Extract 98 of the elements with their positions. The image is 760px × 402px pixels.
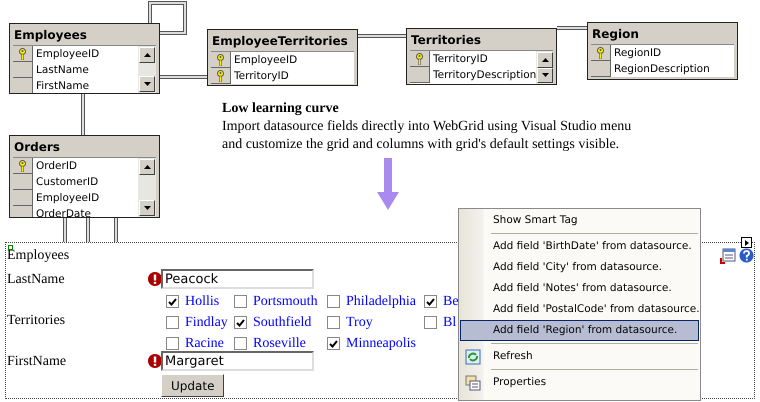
menu-item[interactable]: Add field 'Region' from datasource. [460, 320, 699, 341]
territory-link[interactable]: Minneapolis [346, 336, 416, 352]
key-icon [415, 52, 424, 64]
menu-item[interactable]: Refresh [460, 346, 699, 367]
relationship-line [358, 34, 406, 38]
description-heading: Low learning curve [222, 100, 340, 118]
menu-item[interactable]: Add field 'City' from datasource. [460, 257, 699, 278]
menu-item[interactable]: Show Smart Tag [460, 210, 699, 231]
table-title: Employees [13, 27, 88, 44]
update-button[interactable]: Update [161, 374, 224, 397]
column-name: TerritoryID [233, 69, 289, 84]
description-text: Import datasource fields directly into WebGrid using Visual Studio menu and customize the grid and columns with grid's default settings visible. [222, 118, 632, 154]
scroll-down-button[interactable] [139, 76, 155, 92]
territory-link[interactable]: Findlay [185, 314, 228, 330]
help-icon[interactable] [739, 248, 754, 263]
scroll-up-button[interactable] [139, 159, 155, 175]
table-title: Territories [410, 32, 482, 49]
smart-tag-button[interactable] [741, 237, 752, 248]
table-card[interactable]: Region RegionID RegionDescription [587, 22, 738, 80]
territory-link[interactable]: Southfield [253, 314, 312, 330]
column-name: RegionDescription [613, 62, 710, 77]
checkbox[interactable] [327, 316, 340, 329]
right-triangle-icon [744, 240, 748, 246]
properties-icon [465, 375, 481, 391]
input-field[interactable]: Margaret [161, 351, 314, 371]
column-name: LastName [35, 63, 89, 78]
column-name: OrderID [35, 159, 78, 174]
input-field[interactable]: Peacock [161, 269, 314, 289]
up-arrow-icon [144, 53, 150, 57]
column-name: CustomerID [35, 175, 98, 190]
menu-item[interactable]: Properties [460, 372, 699, 393]
column-name: FirstName [35, 79, 90, 93]
column-name: OrderDate [35, 207, 91, 217]
relationship-line [114, 218, 118, 242]
territory-link[interactable]: Bl [443, 314, 456, 330]
scrollbar[interactable] [536, 51, 553, 84]
up-arrow-icon [542, 58, 549, 62]
table-title: EmployeeTerritories [211, 33, 349, 50]
relationship-line [557, 26, 587, 30]
column-name: RegionID [613, 46, 662, 61]
key-icon [596, 46, 605, 58]
territory-link[interactable]: Troy [346, 314, 373, 330]
table-card[interactable]: Employees EmployeeID LastName FirstName [9, 23, 160, 94]
checkbox[interactable] [234, 337, 247, 350]
checkbox[interactable] [166, 316, 179, 329]
scroll-up-button[interactable] [537, 52, 553, 68]
checkbox[interactable] [166, 337, 179, 350]
checkbox[interactable] [166, 295, 179, 308]
checkbox[interactable] [234, 295, 247, 308]
scroll-down-button[interactable] [537, 68, 553, 83]
scroll-down-button[interactable] [139, 200, 155, 216]
key-icon [216, 54, 225, 66]
scrollbar[interactable] [138, 46, 156, 93]
glyph-icon [8, 245, 13, 250]
table-card[interactable]: Territories TerritoryID TerritoryDescription [406, 28, 557, 85]
key-icon [216, 70, 225, 82]
refresh-icon [465, 349, 481, 365]
down-arrow-icon [144, 82, 150, 86]
scroll-up-button[interactable] [139, 47, 155, 63]
field-label: LastName [7, 272, 65, 288]
territory-link[interactable]: Be [443, 294, 459, 310]
checkbox[interactable] [424, 295, 437, 308]
relationship-line [148, 1, 187, 35]
menu-item[interactable]: Add field 'BirthDate' from datasource. [460, 236, 699, 257]
territory-link[interactable]: Hollis [185, 294, 220, 310]
checkbox[interactable] [327, 337, 340, 350]
up-arrow-icon [144, 165, 150, 169]
territory-link[interactable]: Racine [185, 336, 224, 352]
column-name: TerritoryID [432, 52, 488, 67]
territory-link[interactable]: Portsmouth [253, 294, 318, 310]
field-label: Territories [7, 313, 66, 329]
grid-title: Employees [7, 248, 70, 264]
territory-link[interactable]: Philadelphia [346, 294, 416, 310]
checkbox[interactable] [234, 316, 247, 329]
column-name: EmployeeID [35, 191, 100, 206]
key-icon [18, 48, 27, 60]
down-arrow-icon [542, 73, 549, 78]
down-arrow-icon [377, 158, 399, 210]
table-card[interactable]: Orders OrderID CustomerID EmployeeID OrderDate [9, 135, 160, 218]
column-name: EmployeeID [233, 53, 298, 68]
checkbox[interactable] [327, 295, 340, 308]
checkbox[interactable] [424, 316, 437, 329]
relationship-line [63, 218, 67, 242]
column-name: EmployeeID [35, 47, 100, 62]
scrollbar[interactable] [138, 158, 156, 217]
list-icon[interactable] [720, 248, 736, 264]
table-card[interactable]: EmployeeTerritories EmployeeID TerritoryID [207, 29, 358, 86]
key-icon [18, 160, 27, 172]
relationship-line [86, 218, 90, 242]
menu-item[interactable]: Add field 'Notes' from datasource. [460, 278, 699, 299]
field-label: FirstName [7, 354, 66, 370]
territory-link[interactable]: Roseville [253, 336, 306, 352]
relationship-line [160, 75, 207, 79]
table-title: Region [591, 26, 640, 43]
column-name: TerritoryDescription [432, 68, 536, 83]
menu-item[interactable]: Add field 'PostalCode' from datasource. [460, 299, 699, 320]
table-title: Orders [13, 139, 61, 156]
down-arrow-icon [144, 206, 150, 210]
